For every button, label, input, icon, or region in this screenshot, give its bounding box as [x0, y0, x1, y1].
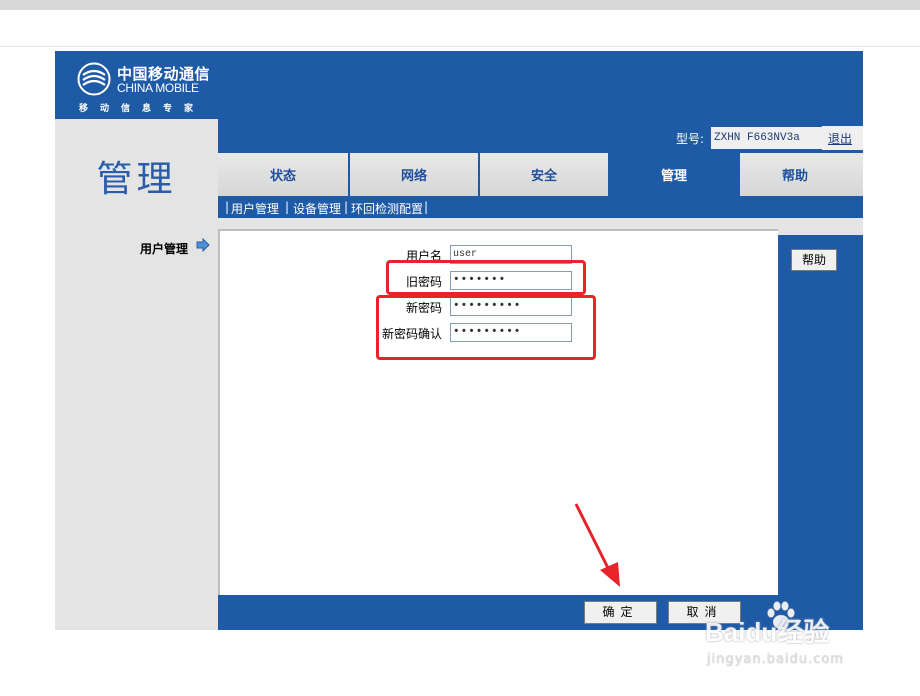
page-title: 管理: [96, 159, 177, 200]
baidu-watermark: Baidu经验 jingyan.baidu.com: [705, 598, 875, 678]
highlight-box-new-password: [376, 295, 596, 360]
subnav-separator: |: [285, 200, 290, 214]
model-value: ZXHN F663NV3a: [711, 127, 822, 149]
footer-left: [55, 595, 218, 630]
subnav-loopback-detection[interactable]: 环回检测配置: [351, 200, 423, 217]
tab-overflow-edge: [850, 153, 863, 196]
sidebar-item-user-management[interactable]: 用户管理: [140, 240, 188, 257]
tab-security[interactable]: 安全: [480, 153, 610, 196]
tab-status[interactable]: 状态: [218, 153, 350, 196]
subnav-separator: |: [225, 200, 230, 214]
subnav-separator: |: [424, 200, 429, 214]
tab-network[interactable]: 网络: [350, 153, 480, 196]
browser-divider: [0, 46, 920, 47]
watermark-url: jingyan.baidu.com: [707, 652, 844, 667]
help-panel: [778, 229, 863, 595]
watermark-main-text: Baidu经验: [705, 617, 830, 647]
help-button[interactable]: 帮助: [791, 249, 837, 271]
model-label: 型号:: [676, 132, 705, 146]
tab-management[interactable]: 管理: [610, 153, 740, 196]
arrow-right-icon: [196, 238, 210, 252]
tab-help[interactable]: 帮助: [740, 153, 850, 196]
help-panel-top: [778, 229, 863, 235]
logout-link[interactable]: 退出: [828, 130, 852, 147]
china-mobile-logo: 中国移动通信 CHINA MOBILE 移动信息专家: [75, 60, 220, 118]
annotation-arrow-icon: [574, 503, 620, 587]
china-mobile-logo-icon: [77, 62, 111, 96]
logo-text-en: CHINA MOBILE: [117, 81, 199, 95]
subnav-separator: |: [344, 200, 349, 214]
browser-top-bar: [0, 0, 920, 10]
highlight-box-old-password: [386, 260, 586, 295]
sidebar: [55, 229, 218, 595]
confirm-button[interactable]: 确定: [584, 601, 657, 624]
subnav-user-management[interactable]: 用户管理: [231, 200, 279, 217]
subnav-device-management[interactable]: 设备管理: [293, 200, 341, 217]
logo-slogan: 移动信息专家: [79, 104, 206, 114]
content-top-strip: [55, 218, 863, 229]
